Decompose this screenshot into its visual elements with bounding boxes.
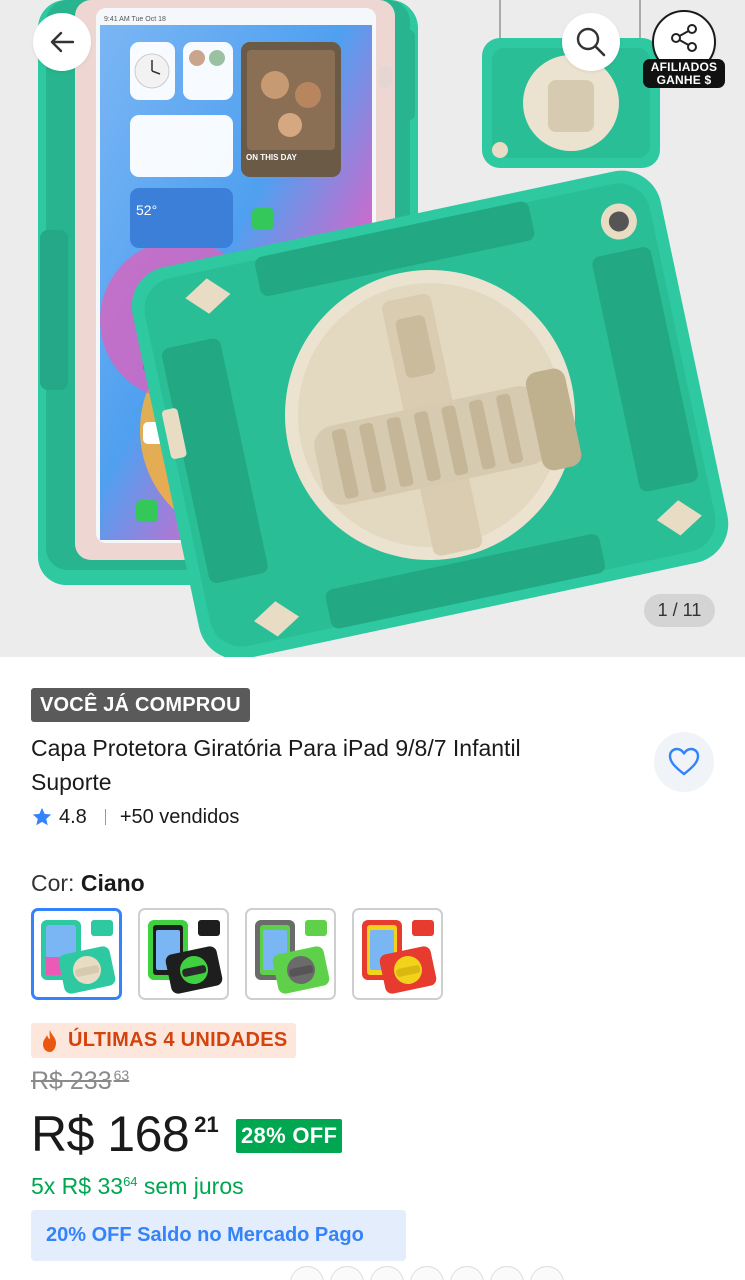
color-option-black-green[interactable] [138,908,229,1000]
search-icon [576,27,606,57]
color-option-ciano[interactable] [31,908,122,1000]
image-pager: 1 / 11 [644,594,715,627]
rating-row[interactable]: 4.8 +50 vendidos [31,803,239,831]
stock-urgency-text: ÚLTIMAS 4 UNIDADES [68,1029,288,1051]
affiliate-badge[interactable]: AFILIADOS GANHE $ [643,59,725,88]
discount-badge: 28% OFF [236,1119,343,1153]
product-image-gallery[interactable]: 9:41 AM Tue Oct 18 ON THIS DAY 52° AFILI… [0,0,745,657]
color-option-image [40,920,115,994]
color-label: Cor: Ciano [31,870,145,897]
color-selected-name: Ciano [80,870,145,896]
rating-value: 4.8 [59,805,87,828]
installments-cents: 64 [123,1174,138,1189]
heart-icon [668,747,700,776]
original-price-int: R$ 233 [31,1067,112,1095]
color-option-image [254,920,329,994]
installments-prefix: 5x R$ 33 [31,1173,124,1199]
installments-suffix: sem juros [137,1173,244,1199]
original-price: R$ 233 63 [31,1067,129,1096]
affiliate-badge-line-2: GANHE $ [656,73,712,87]
divider [104,809,106,825]
partial-item [370,1266,404,1280]
current-price: R$ 168 21 [31,1104,219,1164]
arrow-left-icon [50,31,75,53]
stock-urgency-badge: ÚLTIMAS 4 UNIDADES [31,1023,297,1058]
flame-icon [43,1029,56,1052]
star-icon [32,807,52,826]
partial-content-below [290,1266,564,1280]
partial-item [450,1266,484,1280]
product-title: Capa Protetora Giratória Para iPad 9/8/7… [31,735,521,795]
partial-item [490,1266,524,1280]
sold-count: +50 vendidos [119,805,240,828]
partial-item [330,1266,364,1280]
partial-item [530,1266,564,1280]
product-image: 9:41 AM Tue Oct 18 ON THIS DAY 52° [38,0,729,657]
back-button[interactable] [33,13,91,71]
current-price-cents: 21 [194,1112,219,1137]
installments-info[interactable]: 5x R$ 3364 sem juros [31,1173,244,1200]
color-option-red-yellow[interactable] [352,908,443,1000]
color-option-image [147,920,222,994]
color-option-image [361,920,436,994]
photo-widget-caption: ON THIS DAY [246,153,297,162]
color-option-green-gray[interactable] [245,908,336,1000]
favorite-button[interactable] [654,732,714,792]
current-price-int: R$ 168 [31,1106,190,1162]
partial-item [410,1266,444,1280]
already-bought-badge: VOCÊ JÁ COMPROU [31,688,250,722]
mercado-pago-promo[interactable]: 20% OFF Saldo no Mercado Pago [31,1210,406,1261]
color-options [31,908,443,1000]
weather-widget-temp: 52° [136,202,157,218]
original-price-cents: 63 [113,1067,130,1083]
partial-item [290,1266,324,1280]
search-button[interactable] [562,13,620,71]
color-label-prefix: Cor: [31,870,75,896]
screen-status-text: 9:41 AM Tue Oct 18 [104,16,166,23]
share-icon [671,24,697,52]
